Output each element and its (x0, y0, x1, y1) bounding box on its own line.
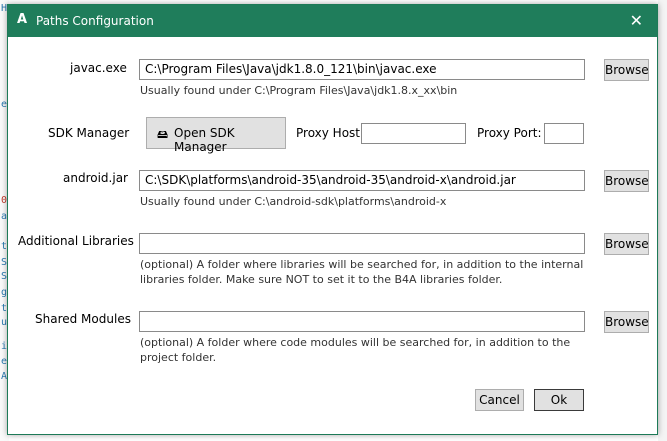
javac-label: javac.exe (70, 61, 127, 75)
android-jar-hint: Usually found under C:\android-sdk\platf… (140, 195, 447, 208)
additional-libraries-field[interactable] (139, 233, 585, 254)
proxy-port-label: Proxy Port: (477, 126, 542, 140)
background-window-edge (658, 0, 667, 441)
title-bar[interactable]: A Paths Configuration ✕ (8, 5, 657, 37)
proxy-port-field[interactable] (544, 123, 584, 144)
shared-modules-field[interactable] (139, 311, 585, 332)
sdk-manager-icon: 🖴 (157, 128, 169, 141)
open-sdk-manager-label: Open SDK Manager (174, 126, 235, 154)
shared-modules-browse-button[interactable]: Browse (604, 311, 649, 333)
cancel-button[interactable]: Cancel (475, 389, 524, 411)
javac-path-field[interactable]: C:\Program Files\Java\jdk1.8.0_121\bin\j… (139, 59, 585, 80)
additional-libraries-hint-line2: libraries folder. Make sure NOT to set i… (140, 273, 503, 286)
android-jar-browse-button[interactable]: Browse (604, 170, 649, 192)
additional-libraries-browse-button[interactable]: Browse (604, 233, 649, 255)
shared-modules-hint-line2: project folder. (140, 351, 217, 364)
proxy-host-field[interactable] (361, 123, 466, 144)
b4a-app-icon: A (17, 12, 28, 27)
dialog-title: Paths Configuration (36, 14, 154, 28)
proxy-host-label: Proxy Host: (296, 126, 365, 140)
open-sdk-manager-button[interactable]: 🖴 Open SDK Manager (146, 117, 286, 154)
close-icon[interactable]: ✕ (630, 11, 643, 30)
ok-button[interactable]: Ok (534, 389, 584, 411)
sdk-manager-label: SDK Manager (48, 126, 130, 140)
shared-modules-hint-line1: (optional) A folder where code modules w… (140, 336, 571, 349)
javac-hint: Usually found under C:\Program Files\Jav… (140, 84, 458, 97)
additional-libraries-hint-line1: (optional) A folder where libraries will… (140, 258, 584, 271)
additional-libraries-label: Additional Libraries (18, 234, 134, 248)
android-jar-label: android.jar (63, 171, 128, 185)
android-jar-path-field[interactable]: C:\SDK\platforms\android-35\android-35\a… (139, 170, 585, 191)
javac-browse-button[interactable]: Browse (604, 59, 649, 81)
paths-configuration-dialog: A Paths Configuration ✕ javac.exe C:\Pro… (7, 4, 658, 435)
shared-modules-label: Shared Modules (35, 312, 131, 326)
